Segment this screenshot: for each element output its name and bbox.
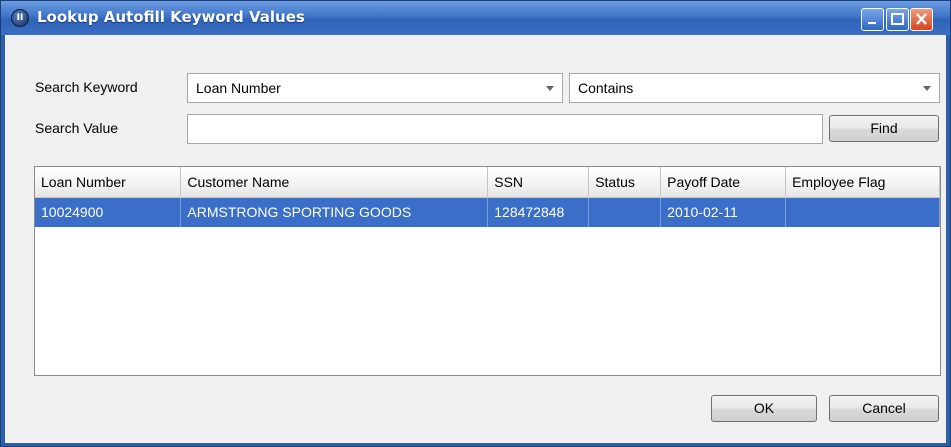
search-keyword-select[interactable]: Loan Number [187, 73, 563, 103]
maximize-button[interactable] [886, 8, 909, 31]
close-icon [916, 13, 927, 25]
results-grid: Loan Number Customer Name SSN Status Pay… [35, 167, 940, 227]
close-button[interactable] [910, 8, 933, 31]
cell-employee-flag [785, 197, 940, 227]
cell-customer-name: ARMSTRONG SPORTING GOODS [180, 197, 489, 227]
column-header-customer-name[interactable]: Customer Name [180, 167, 489, 198]
dialog-window: II Lookup Autofill Keyword Values Search… [0, 0, 951, 447]
chevron-down-icon [923, 86, 931, 91]
minimize-icon [868, 22, 876, 24]
maximize-icon [891, 13, 904, 25]
match-operator-select[interactable]: Contains [569, 73, 940, 103]
column-header-payoff-date[interactable]: Payoff Date [660, 167, 787, 198]
search-value-input[interactable] [187, 114, 823, 144]
cell-loan-number: 10024900 [35, 197, 182, 227]
column-header-employee-flag[interactable]: Employee Flag [785, 167, 940, 198]
dialog-body: Search Keyword Loan Number Contains Sear… [5, 35, 946, 443]
search-value-label: Search Value [35, 120, 119, 136]
app-icon[interactable]: II [11, 9, 29, 27]
cell-ssn: 128472848 [487, 197, 590, 227]
table-header-row: Loan Number Customer Name SSN Status Pay… [35, 167, 940, 198]
column-header-status[interactable]: Status [588, 167, 662, 198]
ok-button[interactable]: OK [711, 395, 817, 422]
cell-status [588, 197, 662, 227]
match-operator-value: Contains [578, 80, 634, 96]
table-row[interactable]: 10024900 ARMSTRONG SPORTING GOODS 128472… [35, 197, 940, 227]
minimize-button[interactable] [861, 8, 884, 31]
window-title: Lookup Autofill Keyword Values [37, 8, 305, 26]
search-keyword-label: Search Keyword [35, 79, 138, 95]
cell-payoff-date: 2010-02-11 [660, 197, 787, 227]
search-keyword-value: Loan Number [196, 80, 281, 96]
column-header-loan-number[interactable]: Loan Number [35, 167, 182, 198]
cancel-button[interactable]: Cancel [829, 395, 939, 422]
chevron-down-icon [546, 86, 554, 91]
title-bar[interactable]: II Lookup Autofill Keyword Values [1, 1, 950, 35]
column-header-ssn[interactable]: SSN [487, 167, 590, 198]
find-button[interactable]: Find [829, 115, 939, 142]
results-table[interactable]: Loan Number Customer Name SSN Status Pay… [34, 166, 941, 376]
